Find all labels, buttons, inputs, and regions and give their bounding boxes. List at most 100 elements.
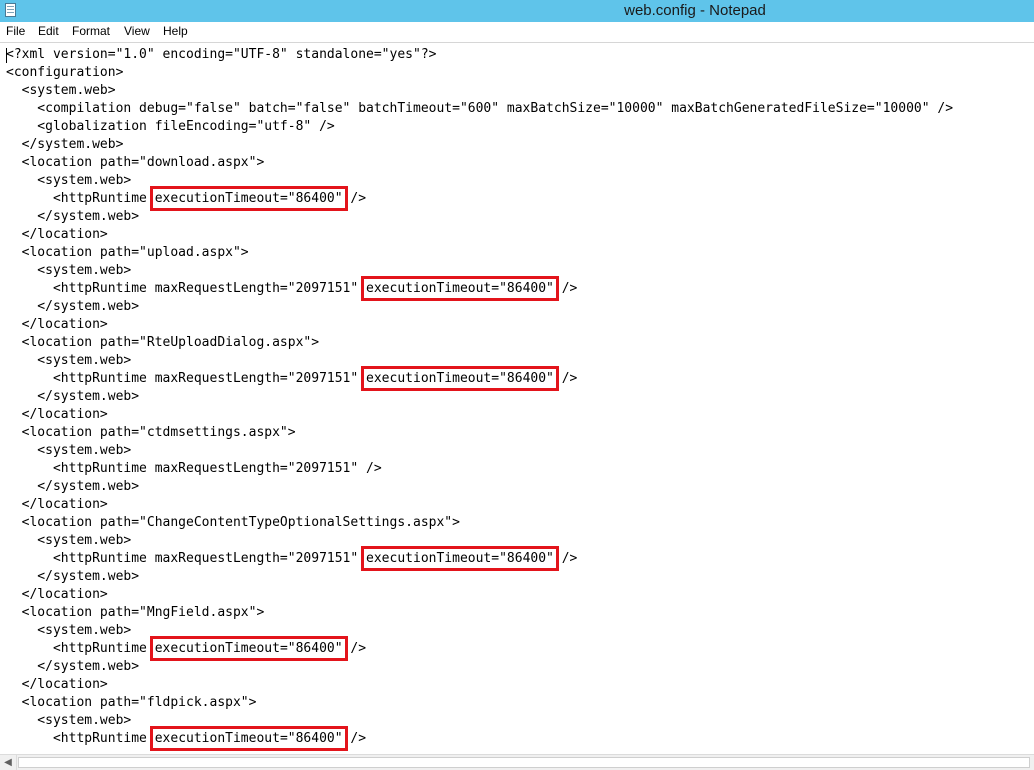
- code-text: <httpRuntime: [6, 191, 155, 206]
- code-line: <httpRuntime maxRequestLength="2097151" …: [6, 546, 953, 571]
- code-text: <httpRuntime maxRequestLength="2097151": [6, 281, 367, 296]
- code-text: <location path="fldpick.aspx">: [6, 695, 257, 710]
- window-title: web.config - Notepad: [624, 2, 766, 19]
- code-line: <system.web>: [6, 262, 953, 280]
- scrollbar-thumb[interactable]: [18, 757, 1030, 768]
- menu-file[interactable]: File: [6, 24, 25, 38]
- text-caret: [6, 48, 7, 63]
- code-text: </location>: [6, 227, 108, 242]
- code-text: <?xml version="1.0" encoding="UTF-8" sta…: [6, 47, 437, 62]
- menu-edit[interactable]: Edit: [38, 24, 59, 38]
- code-text: <system.web>: [6, 713, 132, 728]
- code-text: <system.web>: [6, 533, 132, 548]
- code-text: <httpRuntime maxRequestLength="2097151" …: [6, 461, 382, 476]
- code-text: </system.web>: [6, 299, 140, 314]
- code-line: <httpRuntime maxRequestLength="2097151" …: [6, 276, 953, 301]
- code-line: <system.web>: [6, 532, 953, 550]
- code-text: <httpRuntime: [6, 641, 155, 656]
- horizontal-scrollbar[interactable]: ◀: [0, 754, 1034, 770]
- code-line: </location>: [6, 226, 953, 244]
- file-content: <?xml version="1.0" encoding="UTF-8" sta…: [6, 46, 953, 751]
- code-text: <system.web>: [6, 263, 132, 278]
- code-text: <system.web>: [6, 443, 132, 458]
- code-line: <location path="MngField.aspx">: [6, 604, 953, 622]
- menu-bar: File Edit Format View Help: [0, 22, 1034, 42]
- code-text: </system.web>: [6, 569, 140, 584]
- code-line: </system.web>: [6, 136, 953, 154]
- code-text: />: [342, 191, 367, 206]
- code-text: <system.web>: [6, 353, 132, 368]
- code-text: </location>: [6, 677, 108, 692]
- code-line: <globalization fileEncoding="utf-8" />: [6, 118, 953, 136]
- code-text: />: [553, 371, 578, 386]
- code-text: <location path="download.aspx">: [6, 155, 265, 170]
- highlighted-execution-timeout: executionTimeout="86400": [149, 726, 348, 751]
- code-line: <location path="RteUploadDialog.aspx">: [6, 334, 953, 352]
- code-text: </location>: [6, 317, 108, 332]
- code-text: <system.web>: [6, 623, 132, 638]
- code-line: </system.web>: [6, 568, 953, 586]
- menu-format[interactable]: Format: [72, 24, 110, 38]
- code-text: <location path="upload.aspx">: [6, 245, 249, 260]
- code-line: </location>: [6, 316, 953, 334]
- code-text: </location>: [6, 587, 108, 602]
- highlighted-execution-timeout: executionTimeout="86400": [149, 186, 348, 211]
- code-text: <location path="ctdmsettings.aspx">: [6, 425, 296, 440]
- code-text: <globalization fileEncoding="utf-8" />: [6, 119, 335, 134]
- code-line: </system.web>: [6, 658, 953, 676]
- menu-help[interactable]: Help: [163, 24, 188, 38]
- menu-view[interactable]: View: [124, 24, 150, 38]
- code-line: <system.web>: [6, 442, 953, 460]
- code-line: </system.web>: [6, 478, 953, 496]
- code-text: />: [553, 281, 578, 296]
- code-line: <compilation debug="false" batch="false"…: [6, 100, 953, 118]
- code-text: <httpRuntime maxRequestLength="2097151": [6, 551, 367, 566]
- code-text: </system.web>: [6, 659, 140, 674]
- code-line: </location>: [6, 406, 953, 424]
- scroll-left-icon[interactable]: ◀: [0, 755, 17, 770]
- code-line: <?xml version="1.0" encoding="UTF-8" sta…: [6, 46, 953, 64]
- code-text: <compilation debug="false" batch="false"…: [6, 101, 954, 116]
- code-text: </system.web>: [6, 479, 140, 494]
- code-text: </location>: [6, 407, 108, 422]
- code-line: <location path="ctdmsettings.aspx">: [6, 424, 953, 442]
- code-line: </system.web>: [6, 208, 953, 226]
- code-text: <httpRuntime maxRequestLength="2097151": [6, 371, 367, 386]
- highlighted-execution-timeout: executionTimeout="86400": [361, 366, 559, 391]
- code-text: </system.web>: [6, 389, 140, 404]
- code-line: <httpRuntime executionTimeout="86400" />: [6, 636, 953, 661]
- code-line: <system.web>: [6, 712, 953, 730]
- code-text: <configuration>: [6, 65, 124, 80]
- code-line: <httpRuntime maxRequestLength="2097151" …: [6, 366, 953, 391]
- notepad-icon[interactable]: [5, 3, 16, 17]
- code-text: />: [342, 641, 367, 656]
- code-line: <location path="upload.aspx">: [6, 244, 953, 262]
- highlighted-execution-timeout: executionTimeout="86400": [361, 546, 559, 571]
- code-line: </location>: [6, 496, 953, 514]
- code-text: />: [342, 731, 367, 746]
- code-text: />: [553, 551, 578, 566]
- code-line: <httpRuntime executionTimeout="86400" />: [6, 186, 953, 211]
- code-text: <location path="MngField.aspx">: [6, 605, 265, 620]
- code-text: <system.web>: [6, 173, 132, 188]
- code-line: <configuration>: [6, 64, 953, 82]
- highlighted-execution-timeout: executionTimeout="86400": [149, 636, 348, 661]
- code-line: <location path="download.aspx">: [6, 154, 953, 172]
- code-line: <httpRuntime maxRequestLength="2097151" …: [6, 460, 953, 478]
- code-line: </location>: [6, 676, 953, 694]
- code-line: </location>: [6, 586, 953, 604]
- code-text: </location>: [6, 497, 108, 512]
- code-line: <httpRuntime executionTimeout="86400" />: [6, 726, 953, 751]
- code-line: <location path="ChangeContentTypeOptiona…: [6, 514, 953, 532]
- code-line: <system.web>: [6, 172, 953, 190]
- code-line: </system.web>: [6, 298, 953, 316]
- code-line: <location path="fldpick.aspx">: [6, 694, 953, 712]
- code-text: <httpRuntime: [6, 731, 155, 746]
- title-bar[interactable]: web.config - Notepad: [0, 0, 1034, 22]
- code-line: <system.web>: [6, 622, 953, 640]
- text-editor-area[interactable]: <?xml version="1.0" encoding="UTF-8" sta…: [0, 42, 1034, 755]
- code-line: <system.web>: [6, 82, 953, 100]
- code-line: <system.web>: [6, 352, 953, 370]
- highlighted-execution-timeout: executionTimeout="86400": [361, 276, 559, 301]
- code-text: <location path="RteUploadDialog.aspx">: [6, 335, 320, 350]
